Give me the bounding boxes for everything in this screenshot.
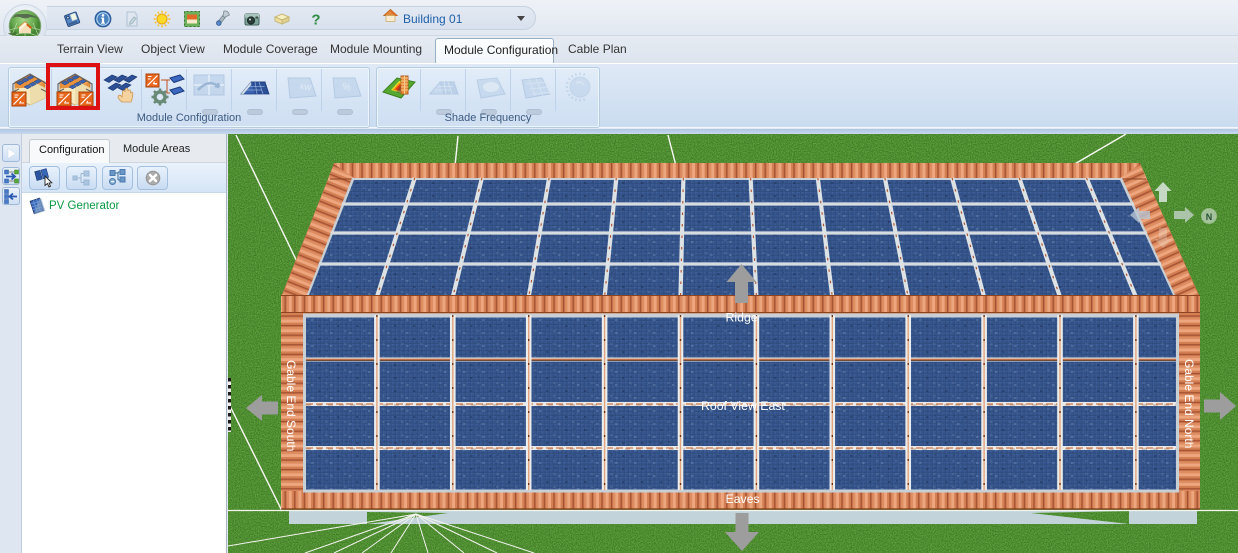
svg-text:Eaves: Eaves bbox=[726, 492, 760, 506]
svg-text:N: N bbox=[1206, 212, 1213, 222]
svg-text:?: ? bbox=[311, 12, 320, 29]
svg-text:Gable End South: Gable End South bbox=[284, 360, 298, 451]
svg-text:kW: kW bbox=[299, 82, 312, 93]
svg-text:%: % bbox=[341, 82, 351, 94]
svg-text:Ridge: Ridge bbox=[726, 311, 758, 325]
svg-text:Gable End North: Gable End North bbox=[1182, 359, 1196, 448]
svg-text:Roof View East: Roof View East bbox=[701, 399, 785, 413]
